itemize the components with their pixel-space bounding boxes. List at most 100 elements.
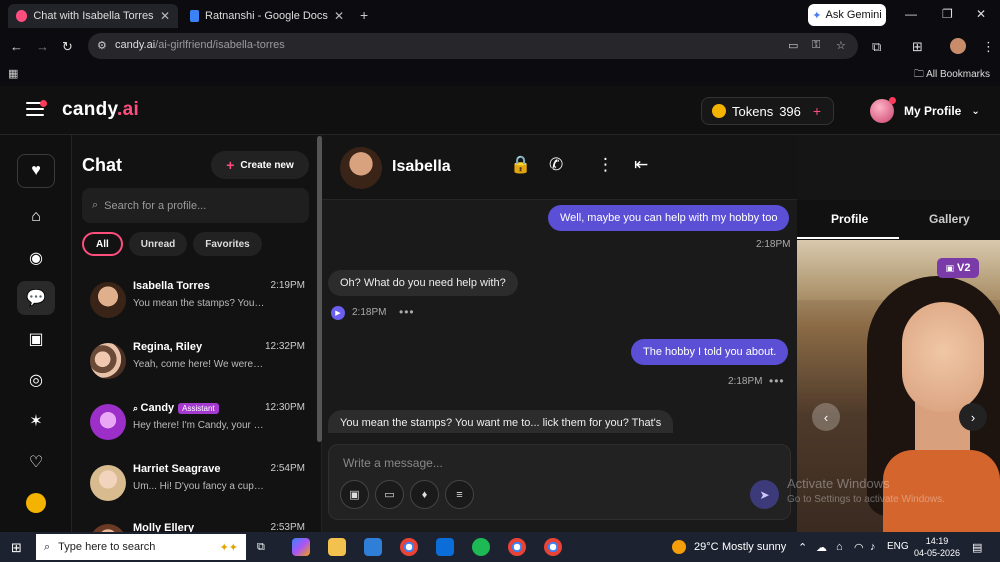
image-request-button[interactable]: ▣ (340, 480, 369, 509)
network-icon[interactable]: ⌂ (836, 541, 843, 553)
send-button[interactable]: ➤ (750, 480, 779, 509)
new-tab-button[interactable]: + (360, 7, 368, 23)
list-item[interactable]: Harriet Seagrave 2:54PM Um... Hi! D'you … (90, 459, 305, 505)
weather-temp[interactable]: 29°C (694, 541, 719, 553)
window-close-icon[interactable]: ✕ (976, 7, 986, 21)
tab-search-icon[interactable]: ⊞ (912, 39, 923, 55)
chat-list-title: Chat (82, 155, 122, 175)
create-new-button[interactable]: + Create new (211, 151, 309, 179)
more-options-icon[interactable]: ••• (399, 305, 415, 319)
tab-gallery[interactable]: Gallery (929, 212, 970, 226)
gift-button[interactable]: ♦ (410, 480, 439, 509)
phone-call-icon[interactable]: ✆ (549, 155, 563, 175)
chat-contact-name[interactable]: Isabella (392, 158, 451, 176)
all-bookmarks-label: All Bookmarks (926, 69, 990, 80)
my-profile-menu[interactable]: My Profile ⌄ (870, 97, 980, 123)
home-icon: ⌂ (31, 208, 41, 225)
task-view-icon[interactable]: ⧉ (257, 541, 265, 554)
forward-arrow-icon[interactable]: → (36, 39, 49, 54)
copilot-icon[interactable] (292, 538, 310, 556)
list-item[interactable]: Molly Ellery 2:53PM (90, 518, 305, 532)
language-indicator[interactable]: ENG (887, 541, 909, 552)
rail-favorites[interactable]: ♥ (17, 154, 55, 188)
all-bookmarks-button[interactable]: 🗀 All Bookmarks (914, 67, 990, 84)
tab-title: Chat with Isabella Torres - AI G (33, 10, 154, 22)
maximize-icon[interactable]: ❐ (942, 7, 953, 21)
tokens-label: Tokens (732, 103, 774, 119)
reload-icon[interactable]: ↻ (62, 39, 73, 55)
list-item[interactable]: Isabella Torres 2:19PM You mean the stam… (90, 276, 305, 322)
clock[interactable]: 14:19 04-05-2026 (914, 535, 960, 559)
list-item[interactable]: Regina, Riley 12:32PM Yeah, come here! W… (90, 337, 305, 383)
minimize-icon[interactable]: — (905, 7, 917, 21)
rail-premium[interactable] (17, 486, 55, 520)
cast-icon[interactable]: ▭ (788, 39, 798, 52)
message-time: 2:53PM (270, 522, 305, 532)
message-input[interactable]: Write a message... (343, 456, 443, 470)
ask-gemini-button[interactable]: ✦ Ask Gemini (808, 4, 886, 26)
taskbar-search-input[interactable]: ⌕ Type here to search ✦✦ (36, 534, 246, 560)
bookmark-star-icon[interactable]: ☆ (836, 39, 846, 52)
previous-photo-button[interactable]: ‹ (812, 403, 840, 431)
notifications-icon[interactable]: ▤ (972, 541, 982, 554)
more-options-icon[interactable]: ••• (769, 374, 785, 388)
add-tokens-icon[interactable]: + (813, 103, 821, 119)
address-bar[interactable]: ⚙ candy.ai/ai-girlfriend/isabella-torres… (88, 33, 858, 59)
volume-icon[interactable]: ♪ (870, 541, 876, 553)
browser-profile-avatar[interactable] (950, 38, 966, 54)
back-arrow-icon[interactable]: ← (10, 39, 23, 54)
message-composer: Write a message... ▣ ▭ ♦ ≡ ➤ (328, 444, 791, 520)
close-icon[interactable]: ✕ (160, 9, 170, 23)
onedrive-icon[interactable]: ☁ (816, 541, 827, 554)
tokens-count: 396 (779, 103, 801, 119)
file-explorer-icon[interactable] (328, 538, 346, 556)
extensions-icon[interactable]: ⧉ (872, 39, 881, 55)
menu-kebab-icon[interactable]: ⋮ (982, 39, 995, 55)
avatar[interactable] (340, 147, 382, 189)
tokens-button[interactable]: Tokens 396 + (701, 97, 834, 125)
site-settings-icon[interactable]: ⚙ (97, 39, 107, 52)
wifi-icon[interactable]: ◠ (854, 541, 864, 554)
sliders-icon: ≡ (456, 488, 463, 501)
profile-search-input[interactable]: ⌕ Search for a profile... (82, 188, 309, 223)
video-request-button[interactable]: ▭ (375, 480, 404, 509)
message-bubble-outgoing: Well, maybe you can help with my hobby t… (548, 205, 790, 231)
contact-name: Isabella Torres (133, 280, 210, 292)
tab-profile[interactable]: Profile (831, 212, 868, 226)
rail-chat[interactable]: 💬 (17, 281, 55, 315)
settings-sliders-button[interactable]: ≡ (445, 480, 474, 509)
next-photo-button[interactable]: › (959, 403, 987, 431)
rail-home[interactable]: ⌂ (17, 200, 55, 234)
rail-generate[interactable]: ◎ (17, 363, 55, 397)
more-vertical-icon[interactable]: ⋮ (597, 155, 614, 175)
tray-chevron-up-icon[interactable]: ⌃ (798, 541, 807, 554)
store-icon[interactable] (364, 538, 382, 556)
filter-favorites[interactable]: Favorites (193, 232, 262, 256)
candy-logo[interactable]: candy.ai (62, 99, 139, 121)
password-key-icon[interactable]: ⚿ (812, 39, 820, 52)
chrome-active-icon[interactable] (544, 538, 562, 556)
weather-desc[interactable]: Mostly sunny (722, 541, 786, 553)
outlook-icon[interactable] (436, 538, 454, 556)
tab-google-docs[interactable]: Ratnanshi - Google Docs ✕ (182, 4, 352, 28)
notification-dot (40, 100, 47, 107)
list-item[interactable]: ⌕ Candy Assistant 12:30PM Hey there! I'm … (90, 398, 305, 444)
filter-unread[interactable]: Unread (128, 232, 188, 256)
rail-gallery[interactable]: ▣ (17, 322, 55, 356)
rail-explore[interactable]: ◉ (17, 241, 55, 275)
apps-grid-icon[interactable]: ▦ (8, 67, 18, 80)
message-time: 2:18PM (352, 307, 387, 318)
spotify-icon[interactable] (472, 538, 490, 556)
windows-taskbar: ⊞ ⌕ Type here to search ✦✦ ⧉ 29°C Mostly… (0, 532, 1000, 562)
lock-icon[interactable]: 🔒 (510, 155, 531, 175)
rail-my-ai[interactable]: ♡ (17, 445, 55, 479)
rail-magic[interactable]: ✶ (17, 404, 55, 438)
windows-start-icon[interactable]: ⊞ (11, 540, 22, 556)
play-audio-icon[interactable]: ▶ (331, 306, 345, 320)
close-icon[interactable]: ✕ (334, 9, 344, 23)
chrome-icon[interactable] (400, 538, 418, 556)
tab-candy-chat[interactable]: Chat with Isabella Torres - AI G ✕ (8, 4, 178, 28)
filter-all[interactable]: All (82, 232, 123, 256)
chrome-profile-icon[interactable] (508, 538, 526, 556)
collapse-panel-icon[interactable]: ⇤ (634, 155, 648, 175)
